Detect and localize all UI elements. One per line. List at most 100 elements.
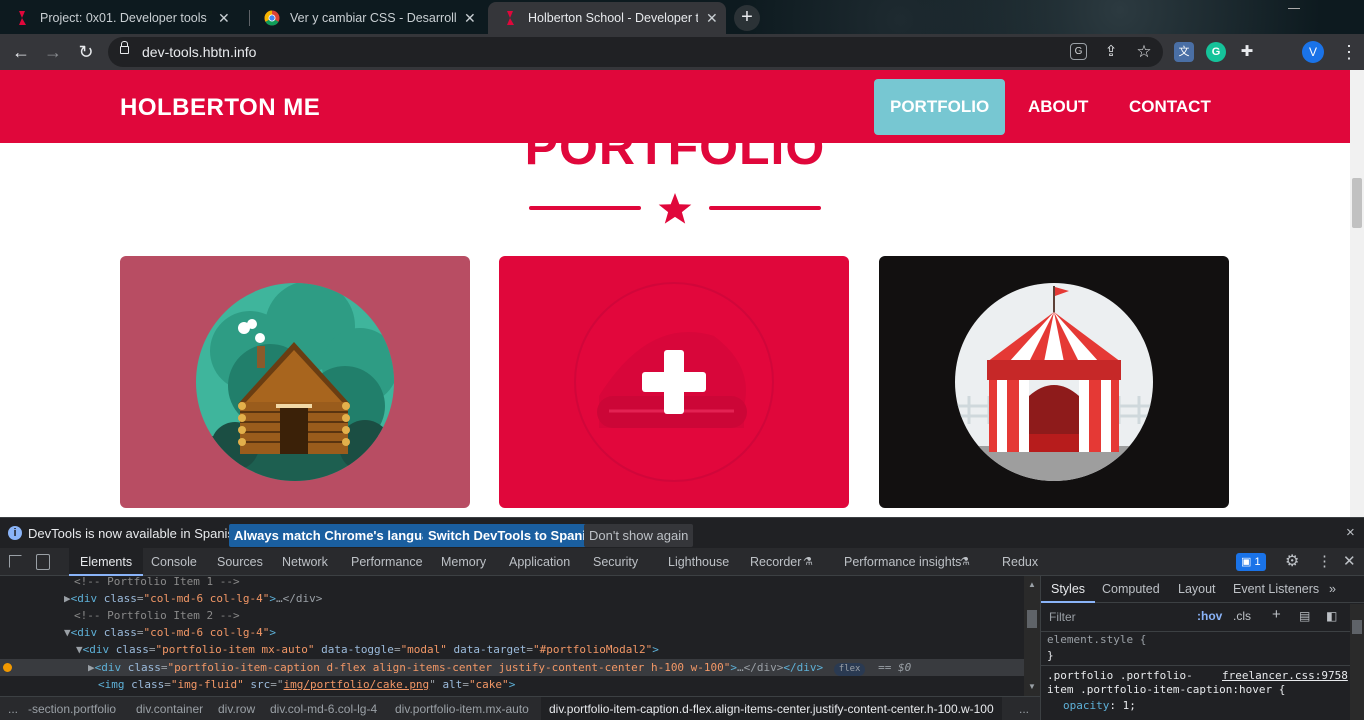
tab-security[interactable]: Security [593, 548, 638, 576]
more-tabs-icon[interactable]: » [1329, 576, 1336, 603]
breadcrumb-item-selected[interactable]: div.portfolio-item-caption.d-flex.align-… [541, 697, 1002, 720]
tab-redux[interactable]: Redux [1002, 548, 1038, 576]
breadcrumb-item[interactable]: div.portfolio-item.mx-auto [395, 697, 529, 720]
dom-node[interactable]: <!-- Portfolio Item 1 --> [0, 576, 1024, 590]
styles-filter-input[interactable]: Filter [1045, 606, 1185, 628]
close-tab-icon[interactable]: ✕ [218, 10, 230, 27]
portfolio-item-cabin[interactable] [120, 256, 470, 508]
browser-tab-active[interactable]: Holberton School - Developer to ✕ [488, 2, 726, 34]
tab-layout[interactable]: Layout [1178, 576, 1216, 603]
rule-selector: item .portfolio-item-caption:hover { [1047, 683, 1286, 696]
holberton-favicon-icon [502, 10, 518, 26]
menu-kebab-icon[interactable]: ⋮ [1338, 41, 1360, 63]
portfolio-item-circus[interactable] [879, 256, 1229, 508]
address-bar[interactable]: dev-tools.hbtn.info [108, 37, 1163, 67]
browser-tab[interactable]: Ver y cambiar CSS - Desarrollad ✕ [250, 2, 486, 34]
bookmark-star-icon[interactable]: ☆ [1133, 41, 1155, 63]
tab-memory[interactable]: Memory [441, 548, 486, 576]
new-tab-button[interactable]: + [734, 5, 760, 31]
site-brand[interactable]: HOLBERTON ME [120, 94, 320, 122]
share-icon[interactable]: ⇪ [1100, 41, 1122, 63]
switch-to-spanish-button[interactable]: Switch DevTools to Spanish [423, 524, 607, 547]
class-toggle[interactable]: .cls [1233, 609, 1251, 623]
scroll-up-icon[interactable]: ▲ [1028, 580, 1036, 589]
css-declaration[interactable]: opacity: 1; [1063, 699, 1136, 712]
cabin-illustration-icon [196, 283, 394, 481]
forward-arrow-icon[interactable]: → [42, 41, 64, 63]
styles-tab-bar: Styles Computed Layout Event Listeners » [1041, 576, 1364, 603]
hover-state-toggle[interactable]: :hov [1197, 609, 1222, 623]
infobar-message: DevTools is now available in Spanish! [28, 526, 245, 541]
translate-extension-icon[interactable]: 文 [1174, 42, 1194, 62]
grammarly-icon[interactable]: G [1206, 42, 1226, 62]
back-arrow-icon[interactable]: ← [10, 41, 32, 63]
tab-console[interactable]: Console [151, 548, 197, 576]
dom-node[interactable]: ▶<div class="col-md-6 col-lg-4">…</div> [0, 590, 1024, 607]
scrollbar-thumb[interactable] [1027, 610, 1037, 628]
dom-node[interactable]: <img class="img-fluid" src="img/portfoli… [0, 676, 1024, 693]
nav-link-contact[interactable]: CONTACT [1113, 79, 1227, 135]
dom-node[interactable]: <!-- Portfolio Item 2 --> [0, 607, 1024, 624]
nav-link-portfolio[interactable]: PORTFOLIO [874, 79, 1006, 135]
tab-elements[interactable]: Elements [69, 548, 144, 576]
reload-icon[interactable]: ↻ [75, 41, 97, 63]
close-devtools-icon[interactable]: ✕ [1343, 548, 1356, 576]
stylesheet-link[interactable]: freelancer.css:9758 [1222, 669, 1348, 682]
tab-performance[interactable]: Performance [351, 548, 423, 576]
tab-sources[interactable]: Sources [217, 548, 263, 576]
settings-gear-icon[interactable]: ⚙ [1285, 548, 1299, 576]
scrollbar-thumb[interactable] [1352, 620, 1362, 634]
translate-icon[interactable]: G [1070, 43, 1087, 60]
close-tab-icon[interactable]: ✕ [464, 10, 476, 27]
holberton-favicon-icon [14, 10, 30, 26]
flex-badge[interactable]: flex [833, 663, 866, 676]
breadcrumb-item[interactable]: -section.portfolio [28, 697, 116, 720]
scrollbar-thumb[interactable] [1352, 178, 1362, 228]
breadcrumb-overflow[interactable]: ... [1019, 697, 1029, 720]
divider-line-left [529, 206, 641, 210]
breadcrumb-item[interactable]: div.container [136, 697, 203, 720]
scroll-down-icon[interactable]: ▼ [1028, 682, 1036, 691]
issues-count: 1 [1254, 556, 1261, 568]
site-navbar: HOLBERTON ME PORTFOLIO ABOUT CONTACT [0, 70, 1350, 143]
browser-tab[interactable]: Project: 0x01. Developer tools | H ✕ [0, 2, 248, 34]
elements-scrollbar[interactable]: ▲ ▼ [1024, 576, 1040, 696]
nav-link-about[interactable]: ABOUT [1012, 79, 1104, 135]
tab-recorder[interactable]: Recorder [750, 548, 801, 576]
styles-scrollbar[interactable] [1350, 604, 1364, 720]
elements-tree[interactable]: <!-- Portfolio Item 1 --> ▶<div class="c… [0, 576, 1024, 696]
inspect-element-icon[interactable] [9, 555, 22, 568]
tab-event-listeners[interactable]: Event Listeners [1233, 576, 1319, 603]
dont-show-again-button[interactable]: Don't show again [584, 524, 694, 547]
profile-avatar[interactable]: V [1302, 41, 1324, 63]
page-scrollbar[interactable] [1350, 70, 1364, 517]
tab-application[interactable]: Application [509, 548, 570, 576]
selected-node-marker: == $0 [878, 661, 912, 674]
issues-icon: ▣ [1241, 556, 1255, 568]
tab-lighthouse[interactable]: Lighthouse [668, 548, 729, 576]
issues-badge[interactable]: ▣ 1 [1236, 553, 1266, 571]
tab-computed[interactable]: Computed [1102, 576, 1160, 603]
always-match-language-button[interactable]: Always match Chrome's language [229, 524, 450, 547]
paint-brush-icon[interactable]: ▤ [1299, 609, 1310, 623]
dom-node[interactable]: ▼<div class="portfolio-item mx-auto" dat… [0, 641, 1024, 658]
tab-title: Ver y cambiar CSS - Desarrollad [290, 11, 456, 25]
dom-node-selected[interactable]: ▶<div class="portfolio-item-caption d-fl… [0, 659, 1024, 676]
dom-node[interactable]: ▼<div class="col-md-6 col-lg-4"> [0, 624, 1024, 641]
breadcrumb-item[interactable]: div.row [218, 697, 255, 720]
web-page: PORTFOLIO HOLBERTON ME PORTFOLIO ABOUT C… [0, 70, 1364, 517]
portfolio-item-cake[interactable] [499, 256, 849, 508]
minimize-icon[interactable] [1288, 8, 1300, 20]
device-toolbar-icon[interactable] [36, 554, 50, 570]
tab-styles[interactable]: Styles [1041, 576, 1096, 603]
extensions-puzzle-icon[interactable]: ✚ [1236, 41, 1258, 63]
add-rule-icon[interactable]: + [1272, 606, 1281, 623]
breadcrumb-overflow[interactable]: ... [8, 697, 18, 720]
tab-performance-insights[interactable]: Performance insights [844, 548, 961, 576]
devtools-menu-icon[interactable]: ⋮ [1317, 548, 1332, 576]
tab-network[interactable]: Network [282, 548, 328, 576]
close-infobar-icon[interactable]: × [1346, 524, 1355, 541]
toggle-sidebar-icon[interactable]: ◧ [1326, 609, 1337, 623]
close-tab-icon[interactable]: ✕ [706, 10, 718, 27]
breadcrumb-item[interactable]: div.col-md-6.col-lg-4 [270, 697, 377, 720]
